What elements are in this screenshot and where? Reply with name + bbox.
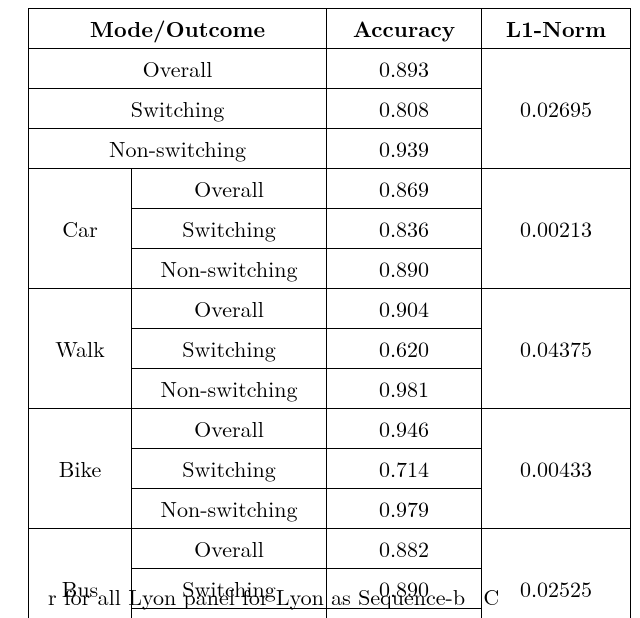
results-table: Mode/Outcome Accuracy L1-Norm Overall 0.… bbox=[28, 8, 631, 618]
col-header-l1norm: L1-Norm bbox=[482, 9, 631, 49]
mode-cell: Walk bbox=[29, 289, 132, 409]
table-row: Car Overall 0.869 0.00213 bbox=[29, 169, 631, 209]
accuracy-cell: 0.620 bbox=[327, 329, 482, 369]
mode-cell: Bike bbox=[29, 409, 132, 529]
outcome-cell: Non-switching bbox=[132, 249, 327, 289]
outcome-cell: Non-switching bbox=[132, 489, 327, 529]
l1norm-cell: 0.02695 bbox=[482, 49, 631, 169]
outcome-cell: Switching bbox=[132, 329, 327, 369]
l1norm-cell: 0.04375 bbox=[482, 289, 631, 409]
mode-cell: Car bbox=[29, 169, 132, 289]
outcome-cell: Overall bbox=[132, 169, 327, 209]
page: Mode/Outcome Accuracy L1-Norm Overall 0.… bbox=[0, 0, 640, 618]
accuracy-cell: 0.981 bbox=[327, 369, 482, 409]
caption-fragment: r for all Lyon panel for Lyon as Sequenc… bbox=[48, 581, 618, 612]
outcome-cell: Overall bbox=[132, 529, 327, 569]
outcome-cell: Switching bbox=[132, 449, 327, 489]
accuracy-cell: 0.869 bbox=[327, 169, 482, 209]
accuracy-cell: 0.808 bbox=[327, 89, 482, 129]
accuracy-cell: 0.714 bbox=[327, 449, 482, 489]
outcome-cell: Non-switching bbox=[29, 129, 327, 169]
accuracy-cell: 0.893 bbox=[327, 49, 482, 89]
accuracy-cell: 0.904 bbox=[327, 289, 482, 329]
outcome-cell: Switching bbox=[29, 89, 327, 129]
table-row: Bus Overall 0.882 0.02525 bbox=[29, 529, 631, 569]
table-row: Walk Overall 0.904 0.04375 bbox=[29, 289, 631, 329]
table-body: Overall 0.893 0.02695 Switching 0.808 No… bbox=[29, 49, 631, 618]
accuracy-cell: 0.939 bbox=[327, 129, 482, 169]
col-header-mode-outcome: Mode/Outcome bbox=[29, 9, 327, 49]
outcome-cell: Overall bbox=[29, 49, 327, 89]
l1norm-cell: 0.00433 bbox=[482, 409, 631, 529]
accuracy-cell: 0.979 bbox=[327, 489, 482, 529]
col-header-accuracy: Accuracy bbox=[327, 9, 482, 49]
outcome-cell: Non-switching bbox=[132, 369, 327, 409]
table-row: Overall 0.893 0.02695 bbox=[29, 49, 631, 89]
outcome-cell: Overall bbox=[132, 409, 327, 449]
table-header-row: Mode/Outcome Accuracy L1-Norm bbox=[29, 9, 631, 49]
accuracy-cell: 0.836 bbox=[327, 209, 482, 249]
l1norm-cell: 0.00213 bbox=[482, 169, 631, 289]
accuracy-cell: 0.946 bbox=[327, 409, 482, 449]
accuracy-cell: 0.890 bbox=[327, 249, 482, 289]
table-row: Bike Overall 0.946 0.00433 bbox=[29, 409, 631, 449]
outcome-cell: Overall bbox=[132, 289, 327, 329]
outcome-cell: Switching bbox=[132, 209, 327, 249]
accuracy-cell: 0.882 bbox=[327, 529, 482, 569]
